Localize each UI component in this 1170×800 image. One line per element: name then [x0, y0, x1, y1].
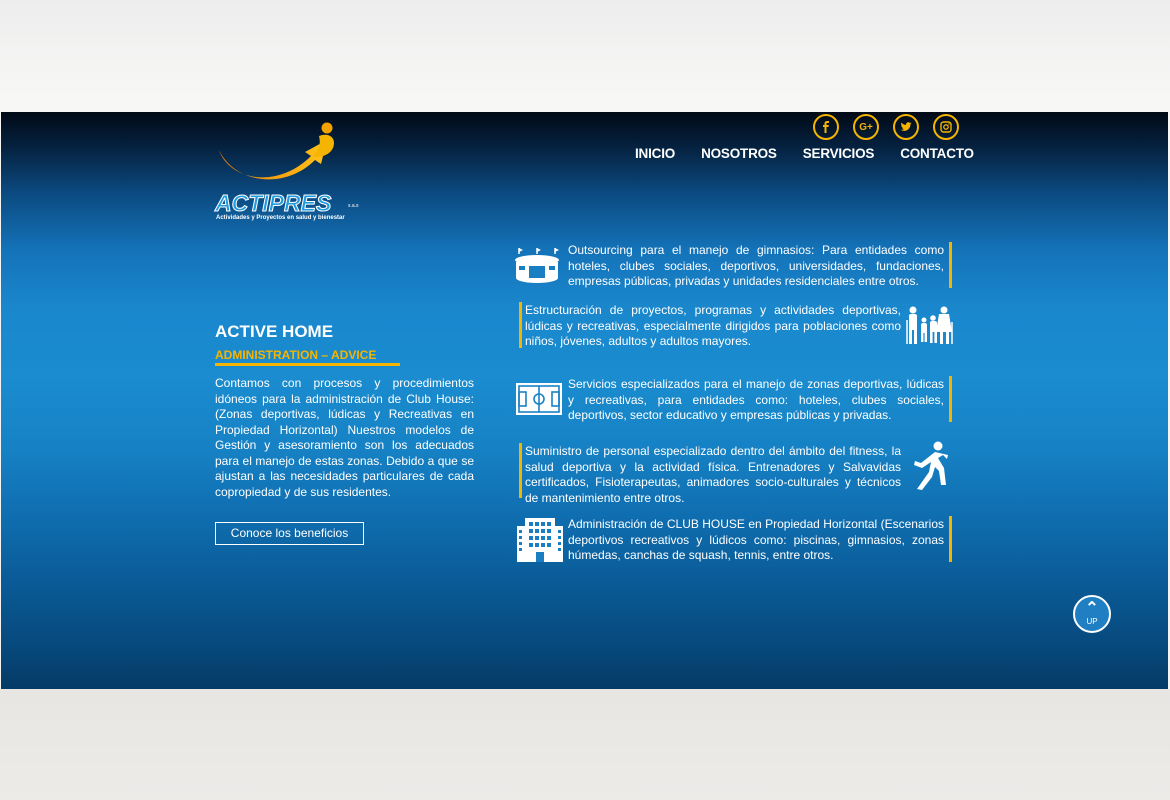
nav-item-nosotros[interactable]: NOSOTROS: [701, 146, 777, 161]
logo-suffix: s.a.s: [348, 203, 359, 209]
stadium-icon: [513, 246, 561, 288]
facebook-icon[interactable]: [813, 114, 839, 140]
logo-brand: ACTIPRES: [214, 190, 332, 217]
service-item: Suministro de personal especializado den…: [525, 444, 901, 505]
nav-item-inicio[interactable]: INICIO: [635, 146, 675, 161]
chevron-up-icon: ⌃: [1085, 599, 1099, 617]
site-container: G+ INICIO NOSOTROS SERVICIOS CONTACTO AC…: [1, 112, 1168, 689]
nav-item-servicios[interactable]: SERVICIOS: [803, 146, 875, 161]
family-icon: [905, 306, 953, 346]
service-item: Administración de CLUB HOUSE en Propieda…: [568, 517, 944, 562]
google-plus-icon[interactable]: G+: [853, 114, 879, 140]
service-accent-bar: [949, 242, 952, 288]
service-accent-bar: [949, 376, 952, 422]
instagram-icon[interactable]: [933, 114, 959, 140]
benefits-button[interactable]: Conoce los beneficios: [215, 522, 364, 545]
building-icon: [515, 516, 565, 564]
section-subtitle: ADMINISTRATION – ADVICE: [215, 348, 377, 362]
logo-tagline: Actividades y Proyectos en salud y biene…: [216, 215, 345, 221]
stretching-athlete-icon: [911, 441, 949, 491]
logo-swoosh-icon: [219, 122, 335, 180]
service-item: Servicios especializados para el manejo …: [568, 377, 944, 422]
section-title: ACTIVE HOME: [215, 322, 334, 341]
service-accent-bar: [949, 516, 952, 562]
service-item: Outsourcing para el manejo de gimnasios:…: [568, 243, 944, 288]
twitter-icon[interactable]: [893, 114, 919, 140]
nav-item-contacto[interactable]: CONTACTO: [900, 146, 974, 161]
site-logo[interactable]: ACTIPRES s.a.s Actividades y Proyectos e…: [214, 122, 365, 226]
social-links: G+: [813, 114, 959, 140]
scroll-up-label: UP: [1086, 616, 1098, 626]
service-accent-bar: [519, 302, 522, 348]
soccer-field-icon: [515, 382, 563, 416]
scroll-up-button[interactable]: ⌃ UP: [1073, 595, 1111, 633]
main-nav: INICIO NOSOTROS SERVICIOS CONTACTO: [635, 146, 974, 161]
service-item: Estructuración de proyectos, programas y…: [525, 303, 901, 348]
page-background-bottom: [0, 689, 1170, 800]
service-accent-bar: [519, 443, 522, 498]
section-divider: [215, 363, 400, 366]
section-body: Contamos con procesos y procedimientos i…: [215, 376, 474, 499]
